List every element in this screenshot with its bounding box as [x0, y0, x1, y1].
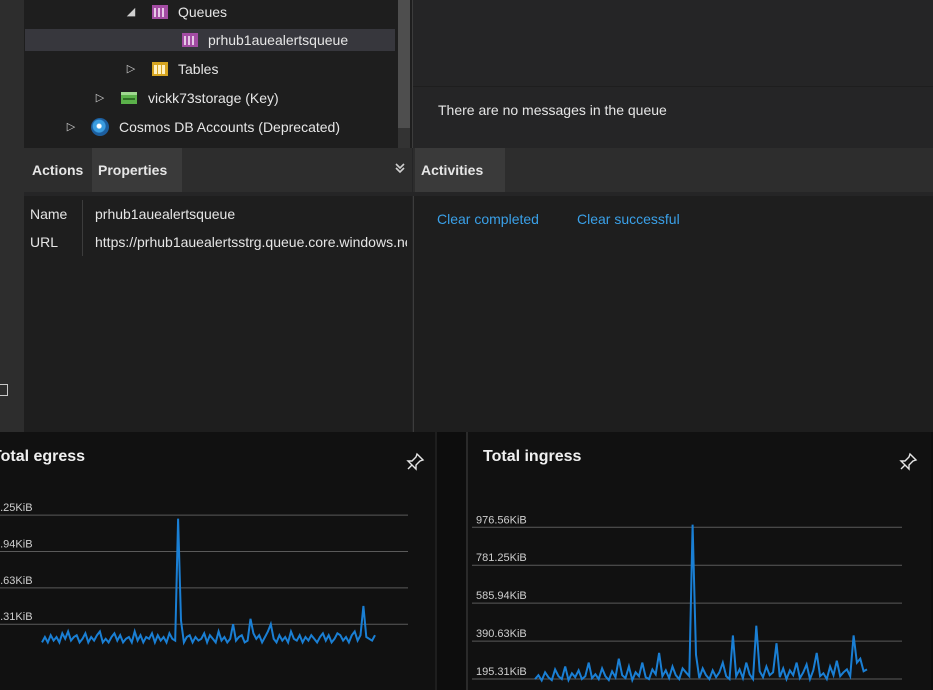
- y-tick-label: 390.63KiB: [476, 628, 527, 640]
- y-tick-label: 781.25KiB: [476, 552, 527, 564]
- y-tick-label: 976.56KiB: [476, 514, 527, 526]
- y-tick-label: 5.31KiB: [0, 611, 33, 623]
- egress-line-chart: 1.25KiB 5.94KiB 0.63KiB 5.31KiB: [0, 502, 408, 646]
- y-tick-label: 5.94KiB: [0, 538, 33, 550]
- ingress-line-chart: 976.56KiB 781.25KiB 585.94KiB 390.63KiB 195.…: [472, 514, 902, 684]
- y-tick-label: 195.31KiB: [476, 666, 527, 678]
- y-tick-label: 1.25KiB: [0, 502, 33, 514]
- y-tick-label: 585.94KiB: [476, 590, 527, 602]
- y-tick-label: 0.63KiB: [0, 575, 33, 587]
- series-line: [534, 524, 868, 684]
- charts-svg: 1.25KiB 5.94KiB 0.63KiB 5.31KiB 976.56KiB 78…: [0, 502, 902, 684]
